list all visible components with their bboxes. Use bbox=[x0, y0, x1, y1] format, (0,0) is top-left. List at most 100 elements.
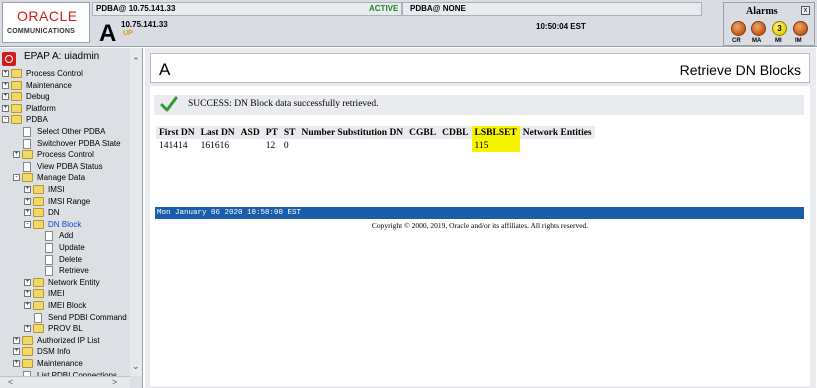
alarm-cr-indicator[interactable] bbox=[731, 21, 746, 36]
folder-icon bbox=[33, 301, 44, 310]
column-header-cgbl: CGBL bbox=[406, 126, 440, 139]
user-row: EPAP A: uiadmin bbox=[2, 50, 130, 66]
alarm-ma-indicator[interactable] bbox=[751, 21, 766, 36]
collapse-icon[interactable]: - bbox=[13, 174, 20, 182]
active-status: ACTIVE bbox=[369, 4, 399, 13]
page-icon bbox=[45, 266, 53, 277]
success-banner: SUCCESS: DN Block data successfully retr… bbox=[154, 95, 804, 115]
sidebar-item-label: Maintenance bbox=[37, 359, 83, 368]
folder-icon bbox=[11, 92, 22, 102]
server-letter: A bbox=[99, 20, 117, 47]
page-icon bbox=[34, 312, 42, 323]
scroll-right-icon[interactable]: > bbox=[112, 377, 117, 387]
expand-icon[interactable]: + bbox=[13, 348, 20, 356]
expand-icon[interactable]: + bbox=[2, 81, 9, 89]
sidebar-item-label: Send PDBI Command bbox=[48, 312, 127, 322]
oracle-user-icon bbox=[2, 52, 16, 66]
sidebar-item-label: Add bbox=[59, 231, 74, 241]
sidebar-vertical-scrollbar[interactable]: ⌃ ⌄ bbox=[130, 48, 142, 376]
logo-oracle-text: ORACLE bbox=[17, 8, 78, 24]
expand-icon[interactable]: + bbox=[13, 151, 20, 159]
sidebar-item-label: Retrieve bbox=[59, 266, 89, 276]
sidebar-item-label: IMEI bbox=[48, 289, 65, 299]
table-cell bbox=[520, 139, 595, 152]
page-icon bbox=[23, 161, 31, 172]
folder-icon bbox=[33, 185, 44, 194]
alarm-mi-indicator[interactable]: 3 bbox=[772, 21, 787, 36]
column-header-first-dn: First DN bbox=[156, 126, 198, 139]
folder-icon bbox=[33, 324, 44, 334]
folder-icon bbox=[22, 347, 33, 357]
page-icon bbox=[45, 231, 53, 242]
expand-icon[interactable]: + bbox=[24, 278, 31, 286]
page-title-server: A bbox=[159, 60, 171, 79]
column-header-network-entities: Network Entities bbox=[519, 126, 595, 139]
folder-icon bbox=[33, 196, 44, 206]
table-cell: 115 bbox=[471, 139, 520, 152]
logo-communications-text: COMMUNICATIONS bbox=[7, 28, 75, 35]
expand-icon[interactable]: + bbox=[24, 302, 31, 309]
sidebar-item-label: Select Other PDBA bbox=[37, 127, 106, 136]
page-title-bar: A Retrieve DN Blocks bbox=[150, 53, 810, 83]
header-clock: 10:50:04 EST bbox=[536, 22, 586, 31]
user-name: EPAP A: uiadmin bbox=[24, 51, 100, 62]
server-ip: 10.75.141.33 bbox=[121, 20, 168, 29]
sidebar-item-label: IMSI bbox=[48, 185, 65, 194]
sidebar-item-label: View PDBA Status bbox=[37, 161, 103, 171]
scroll-down-icon[interactable]: ⌄ bbox=[132, 361, 140, 372]
oracle-logo: ORACLE COMMUNICATIONS bbox=[2, 2, 90, 43]
expand-icon[interactable]: + bbox=[13, 336, 20, 344]
folder-icon bbox=[33, 219, 44, 229]
folder-icon bbox=[22, 359, 33, 368]
alarm-im-indicator[interactable] bbox=[793, 21, 808, 36]
expand-icon[interactable]: + bbox=[24, 290, 31, 298]
scroll-up-icon[interactable]: ⌃ bbox=[132, 56, 140, 67]
expand-icon[interactable]: + bbox=[2, 104, 9, 112]
main-area: A Retrieve DN Blocks SUCCESS: DN Block d… bbox=[145, 48, 816, 388]
column-header-cdbl: CDBL bbox=[439, 126, 472, 139]
sidebar-item-label: Switchover PDBA State bbox=[37, 138, 121, 148]
sidebar-item-label: Delete bbox=[59, 254, 83, 264]
table-body: 141414 161616 12 0 115 bbox=[156, 139, 595, 152]
sidebar-menu: EPAP A: uiadmin + Process Control + Mainten… bbox=[0, 48, 143, 388]
table-cell bbox=[298, 139, 406, 152]
expand-icon[interactable]: + bbox=[13, 360, 20, 367]
scroll-left-icon[interactable]: < bbox=[8, 377, 13, 387]
sidebar-item-label: PDBA bbox=[26, 115, 48, 125]
column-header-lsblset: LSBLSET bbox=[471, 126, 520, 139]
table-cell bbox=[439, 139, 471, 152]
pdba-status-bar: PDBA@ 10.75.141.33 ACTIVE bbox=[92, 2, 402, 16]
page-title: Retrieve DN Blocks bbox=[679, 62, 801, 78]
expand-icon[interactable]: + bbox=[24, 209, 31, 217]
collapse-icon[interactable]: - bbox=[2, 116, 9, 124]
folder-icon bbox=[11, 80, 22, 90]
alarms-panel: Alarms x 3 CR MA MI IM bbox=[723, 2, 815, 46]
expand-icon[interactable]: + bbox=[24, 197, 31, 205]
date-bar: Mon January 06 2020 10:50:00 EST bbox=[155, 207, 804, 219]
pdba-ip-label: PDBA@ 10.75.141.33 bbox=[96, 4, 176, 13]
page-icon bbox=[23, 138, 31, 149]
sidebar-item-label: Authorized IP List bbox=[37, 335, 100, 345]
alarms-minimize-button[interactable]: x bbox=[801, 6, 810, 15]
page-icon bbox=[23, 127, 31, 137]
expand-icon[interactable]: + bbox=[2, 93, 9, 101]
expand-icon[interactable]: + bbox=[2, 70, 9, 77]
collapse-icon[interactable]: - bbox=[24, 220, 31, 228]
table-cell: 12 bbox=[265, 140, 276, 151]
top-header: ORACLE COMMUNICATIONS PDBA@ 10.75.141.33… bbox=[0, 0, 817, 47]
success-message: SUCCESS: DN Block data successfully retr… bbox=[188, 99, 379, 109]
sidebar-item-label: DSM Info bbox=[37, 347, 71, 357]
table-row: 141414 161616 12 0 115 bbox=[156, 139, 595, 152]
sidebar-item-label: DN Block bbox=[48, 219, 82, 229]
sidebar-item-label: Process Control bbox=[26, 69, 83, 78]
folder-icon bbox=[33, 277, 44, 287]
checkmark-icon bbox=[160, 96, 178, 112]
server-up-status: UP bbox=[123, 30, 133, 37]
sidebar-item-label: Debug bbox=[26, 92, 50, 102]
expand-icon[interactable]: + bbox=[24, 186, 31, 193]
page-icon bbox=[45, 243, 53, 253]
expand-icon[interactable]: + bbox=[24, 325, 31, 333]
table-cell: 161616 bbox=[200, 140, 230, 151]
copyright-text: Copyright © 2000, 2019, Oracle and/or it… bbox=[371, 221, 589, 230]
sidebar-horizontal-scrollbar[interactable]: < > bbox=[0, 376, 130, 388]
